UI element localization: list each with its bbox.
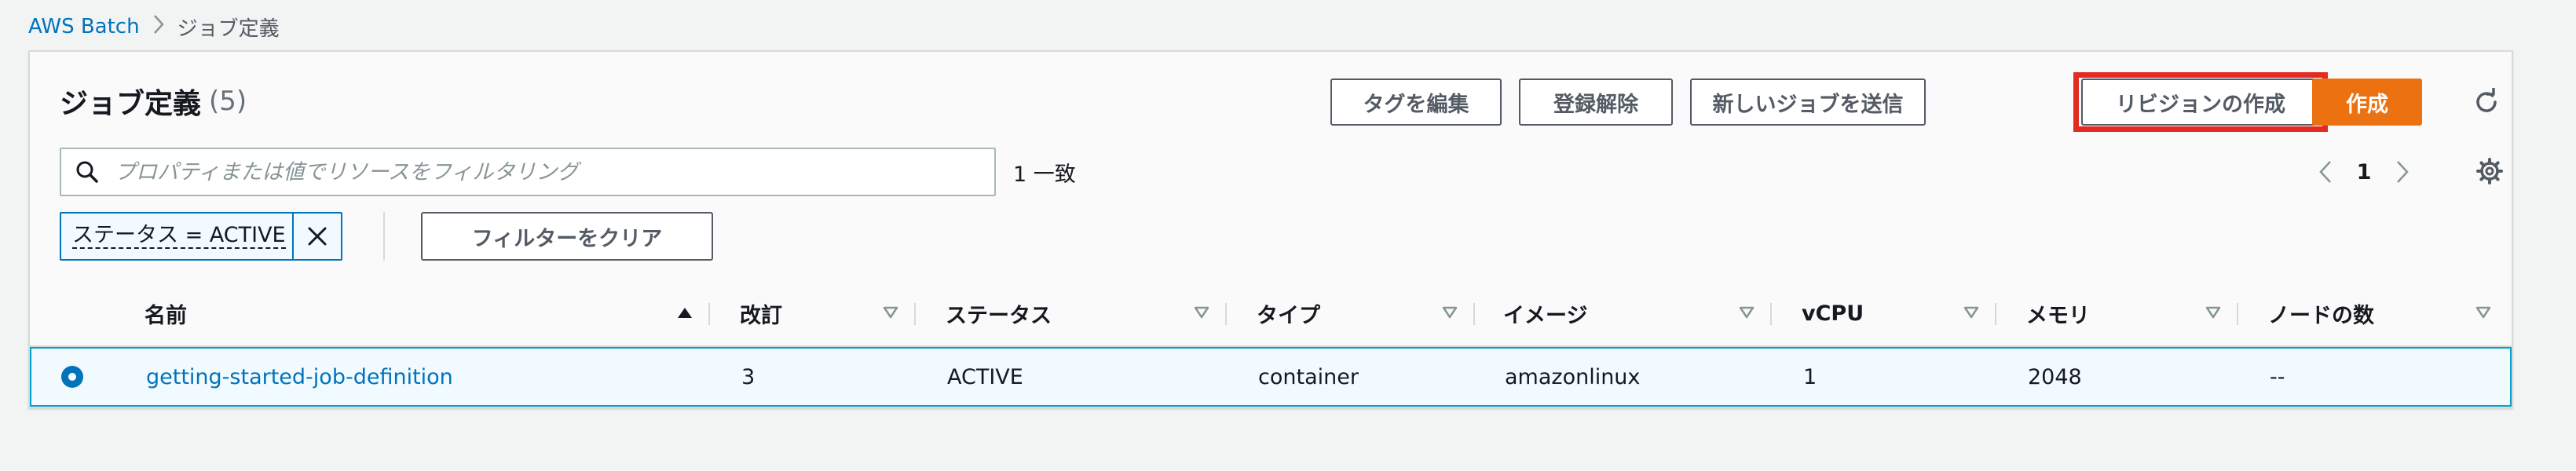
match-count: 1 一致 — [1013, 162, 1076, 187]
create-button[interactable]: 作成 — [2312, 78, 2422, 126]
column-header-memory[interactable]: メモリ — [2026, 281, 2237, 345]
filter-token: ステータス = ACTIVE — [60, 212, 342, 261]
submit-new-job-button[interactable]: 新しいジョブを送信 — [1690, 78, 1926, 126]
column-separator — [1225, 303, 1227, 325]
sort-caret-icon[interactable] — [1963, 305, 1979, 320]
filter-search — [60, 148, 996, 196]
table-row[interactable]: getting-started-job-definition 3 ACTIVE … — [30, 347, 2512, 407]
page-title-text: ジョブ定義 — [60, 88, 202, 120]
column-header-label: 改訂 — [740, 303, 782, 328]
cell-revision: 3 — [741, 364, 756, 389]
edit-tags-button[interactable]: タグを編集 — [1330, 78, 1502, 126]
column-header-label: ステータス — [946, 303, 1052, 328]
deregister-button[interactable]: 登録解除 — [1519, 78, 1673, 126]
column-header-label: イメージ — [1503, 303, 1588, 328]
column-header-label: 名前 — [145, 303, 187, 328]
chevron-right-icon — [152, 14, 165, 39]
column-separator — [1995, 303, 1996, 325]
sort-caret-icon[interactable] — [883, 305, 898, 320]
column-header-label: vCPU — [1802, 301, 1864, 326]
chevron-right-icon[interactable] — [2389, 154, 2416, 190]
chevron-left-icon[interactable] — [2312, 154, 2339, 190]
column-separator — [914, 303, 916, 325]
create-revision-button[interactable]: リビジョンの作成 — [2081, 78, 2320, 126]
search-input[interactable] — [113, 150, 994, 194]
cell-type: container — [1258, 364, 1359, 389]
filter-divider — [383, 212, 385, 261]
settings-gear-icon[interactable] — [2471, 152, 2508, 190]
clear-filters-button[interactable]: フィルターをクリア — [421, 212, 713, 261]
column-separator — [2237, 303, 2238, 325]
column-header-image[interactable]: イメージ — [1503, 281, 1770, 345]
page-title-count: (5) — [209, 86, 247, 117]
column-header-status[interactable]: ステータス — [946, 281, 1225, 345]
column-separator — [1473, 303, 1475, 325]
column-header-label: メモリ — [2026, 303, 2090, 328]
filter-token-label[interactable]: ステータス = ACTIVE — [61, 214, 292, 259]
column-header-name[interactable]: 名前 — [145, 281, 708, 345]
page-title: ジョブ定義 (5) — [60, 82, 247, 121]
sort-ascending-icon[interactable] — [677, 305, 693, 320]
column-header-label: ノードの数 — [2268, 303, 2374, 328]
page-number[interactable]: 1 — [2356, 160, 2372, 184]
search-icon — [61, 149, 113, 195]
sort-caret-icon[interactable] — [1442, 305, 1458, 320]
breadcrumb-aws-batch-link[interactable]: AWS Batch — [28, 15, 140, 38]
column-header-vcpu[interactable]: vCPU — [1802, 281, 1995, 345]
column-separator — [1770, 303, 1772, 325]
cell-nodes: -- — [2270, 364, 2285, 389]
sort-caret-icon[interactable] — [2205, 305, 2221, 320]
column-header-nodes[interactable]: ノードの数 — [2268, 281, 2507, 345]
column-header-type[interactable]: タイプ — [1257, 281, 1473, 345]
sort-caret-icon[interactable] — [1194, 305, 1209, 320]
column-header-label: タイプ — [1257, 303, 1320, 328]
panel-header: ジョブ定義 (5) タグを編集 登録解除 新しいジョブを送信 リビジョンの作成 … — [30, 52, 2512, 347]
cell-status: ACTIVE — [947, 364, 1023, 389]
refresh-icon[interactable] — [2469, 85, 2504, 119]
cell-image: amazonlinux — [1505, 364, 1641, 389]
breadcrumb-current: ジョブ定義 — [177, 16, 280, 41]
close-icon[interactable] — [292, 214, 341, 259]
pagination: 1 — [2312, 154, 2416, 190]
cell-memory: 2048 — [2028, 364, 2082, 389]
column-separator — [708, 303, 710, 325]
sort-caret-icon[interactable] — [1739, 305, 1755, 320]
job-definitions-panel: ジョブ定義 (5) タグを編集 登録解除 新しいジョブを送信 リビジョンの作成 … — [28, 50, 2513, 408]
row-select-radio[interactable] — [61, 366, 83, 388]
column-header-revision[interactable]: 改訂 — [740, 281, 914, 345]
cell-vcpu: 1 — [1803, 364, 1817, 389]
breadcrumb: AWS Batch ジョブ定義 — [28, 11, 280, 42]
job-definition-name-link[interactable]: getting-started-job-definition — [146, 349, 453, 405]
sort-caret-icon[interactable] — [2475, 305, 2491, 320]
